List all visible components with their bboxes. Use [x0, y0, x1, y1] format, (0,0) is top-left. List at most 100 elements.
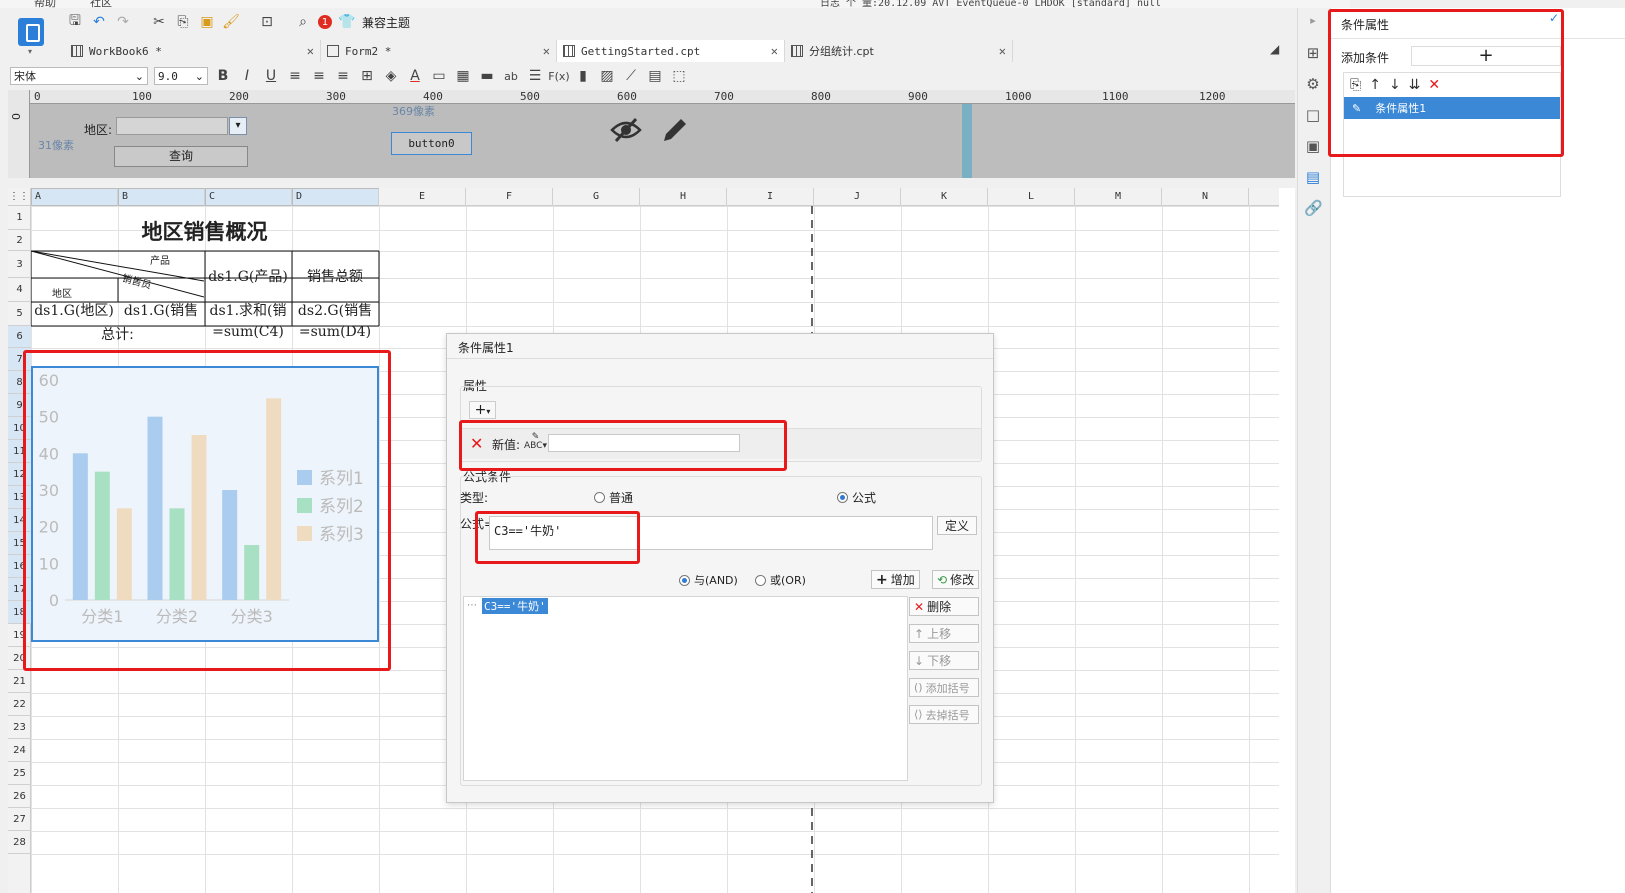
column-header-c[interactable]: C: [205, 188, 292, 206]
border-icon[interactable]: ⊞: [358, 67, 376, 85]
move-up-button[interactable]: ↑ 上移: [909, 624, 979, 643]
row-header-28[interactable]: 28: [8, 831, 31, 854]
row-header-22[interactable]: 22: [8, 693, 31, 716]
copy-icon[interactable]: ⎘: [174, 13, 192, 31]
close-icon[interactable]: ✕: [771, 44, 778, 58]
paste-icon[interactable]: ▣: [198, 13, 216, 31]
insert-formula-icon[interactable]: F(x): [548, 67, 569, 85]
menu-help[interactable]: 帮助: [34, 0, 56, 10]
insert-string-icon[interactable]: ab: [502, 67, 520, 85]
row-header-6[interactable]: 6: [8, 326, 31, 348]
preview-icon[interactable]: ⊡: [258, 13, 276, 31]
form-boundary-bar[interactable]: [962, 104, 972, 178]
add-condition-button[interactable]: + 增加: [871, 570, 920, 589]
cell-c3[interactable]: ds1.G(产品): [205, 266, 291, 286]
fill-color-icon[interactable]: ◈: [382, 67, 400, 85]
condition-list[interactable]: ⋯ C3=='牛奶': [463, 596, 908, 781]
column-header-l[interactable]: L: [988, 188, 1075, 206]
insert-image-icon[interactable]: ▨: [598, 67, 616, 85]
cut-icon[interactable]: ✂: [150, 13, 168, 31]
align-right-icon[interactable]: ≡: [334, 67, 352, 85]
eye-off-icon[interactable]: [610, 116, 642, 151]
type-formula-radio[interactable]: 公式: [837, 489, 876, 506]
dropdown-icon[interactable]: ▾: [229, 117, 247, 135]
row-header-5[interactable]: 5: [8, 302, 31, 326]
menu-community[interactable]: 社区: [90, 0, 112, 10]
define-button[interactable]: 定义: [937, 516, 977, 535]
column-header-i[interactable]: I: [727, 188, 814, 206]
row-header-4[interactable]: 4: [8, 278, 31, 302]
merge-cells-icon[interactable]: ▭: [430, 67, 448, 85]
collapse-arrow-icon[interactable]: ▸: [1304, 14, 1322, 32]
hyperlink-icon[interactable]: 🔗: [1304, 199, 1323, 217]
row-header-26[interactable]: 26: [8, 785, 31, 808]
condition-attr-icon[interactable]: ▤: [1304, 168, 1322, 186]
column-header-n[interactable]: N: [1162, 188, 1249, 206]
notification-badge[interactable]: 1: [318, 15, 332, 29]
row-header-23[interactable]: 23: [8, 716, 31, 739]
add-attribute-button[interactable]: +▾: [469, 401, 496, 419]
cell-a5[interactable]: 总计:: [31, 324, 204, 344]
query-button[interactable]: 查询: [114, 146, 248, 167]
italic-icon[interactable]: I: [238, 67, 256, 85]
button0-widget[interactable]: button0: [391, 132, 472, 155]
compat-theme-button[interactable]: 兼容主题: [362, 14, 410, 31]
cell-a4[interactable]: ds1.G(地区): [31, 300, 117, 320]
tab-gettingstarted[interactable]: GettingStarted.cpt ✕: [557, 40, 785, 62]
font-family-select[interactable]: 宋体 ⌄: [10, 67, 148, 85]
column-header-f[interactable]: F: [466, 188, 553, 206]
app-logo-icon[interactable]: [18, 18, 44, 46]
move-down-button[interactable]: ↓ 下移: [909, 651, 979, 670]
cell-d4[interactable]: ds2.G(销售: [292, 300, 378, 320]
undo-icon[interactable]: ↶: [90, 13, 108, 31]
close-icon[interactable]: ✕: [999, 44, 1006, 58]
type-normal-radio[interactable]: 普通: [594, 489, 633, 506]
cell-attr-icon[interactable]: ⊞: [1304, 44, 1322, 62]
row-header-25[interactable]: 25: [8, 762, 31, 785]
cell-c4[interactable]: ds1.求和(销: [205, 300, 291, 320]
column-header-e[interactable]: E: [379, 188, 466, 206]
add-paren-button[interactable]: () 添加括号: [909, 678, 979, 697]
column-header-g[interactable]: G: [553, 188, 640, 206]
row-header-24[interactable]: 24: [8, 739, 31, 762]
theme-icon[interactable]: 👕: [338, 13, 356, 31]
insert-subreport-icon[interactable]: ▤: [646, 67, 664, 85]
row-header-1[interactable]: 1: [8, 206, 31, 230]
region-input[interactable]: [116, 117, 228, 135]
column-header-d[interactable]: D: [292, 188, 379, 206]
cell-element-icon[interactable]: □: [1304, 106, 1322, 124]
close-icon[interactable]: ✕: [307, 44, 314, 58]
insert-widget-icon[interactable]: ⬚: [670, 67, 688, 85]
search-report-icon[interactable]: ⌕: [294, 13, 312, 31]
remove-paren-button[interactable]: ⟨⟩ 去掉括号: [909, 705, 979, 724]
underline-icon[interactable]: U: [262, 67, 280, 85]
column-header-a[interactable]: A: [31, 188, 118, 206]
redo-icon[interactable]: ↷: [114, 13, 132, 31]
tab-form2[interactable]: Form2 * ✕: [321, 40, 557, 62]
insert-paragraph-icon[interactable]: ☰: [526, 67, 544, 85]
select-all-corner[interactable]: ⋮⋮: [8, 188, 31, 206]
or-radio[interactable]: 或(OR): [755, 572, 806, 588]
delete-condition-button[interactable]: ✕ 删除: [909, 597, 979, 616]
and-radio[interactable]: 与(AND): [679, 572, 738, 588]
align-left-icon[interactable]: ≡: [286, 67, 304, 85]
font-color-icon[interactable]: A: [406, 67, 424, 85]
pencil-icon[interactable]: [660, 115, 690, 148]
column-header-h[interactable]: H: [640, 188, 727, 206]
insert-slash-icon[interactable]: ⟋: [622, 67, 640, 85]
logo-dropdown-icon[interactable]: ▾: [28, 47, 32, 56]
save-icon[interactable]: 🖫: [66, 13, 84, 31]
cell-d5[interactable]: =sum(D4): [292, 324, 378, 340]
column-header-m[interactable]: M: [1075, 188, 1162, 206]
column-header-k[interactable]: K: [901, 188, 988, 206]
column-header-j[interactable]: J: [814, 188, 901, 206]
font-size-select[interactable]: 9.0 ⌄: [154, 67, 208, 85]
row-header-21[interactable]: 21: [8, 670, 31, 693]
form-canvas[interactable]: [30, 105, 960, 178]
form-widget-icon[interactable]: ▣: [1304, 137, 1322, 155]
align-center-icon[interactable]: ≡: [310, 67, 328, 85]
close-icon[interactable]: ✕: [543, 44, 550, 58]
bold-icon[interactable]: B: [214, 67, 232, 85]
row-header-3[interactable]: 3: [8, 251, 31, 278]
tab-menu-icon[interactable]: ◢: [1270, 42, 1279, 56]
